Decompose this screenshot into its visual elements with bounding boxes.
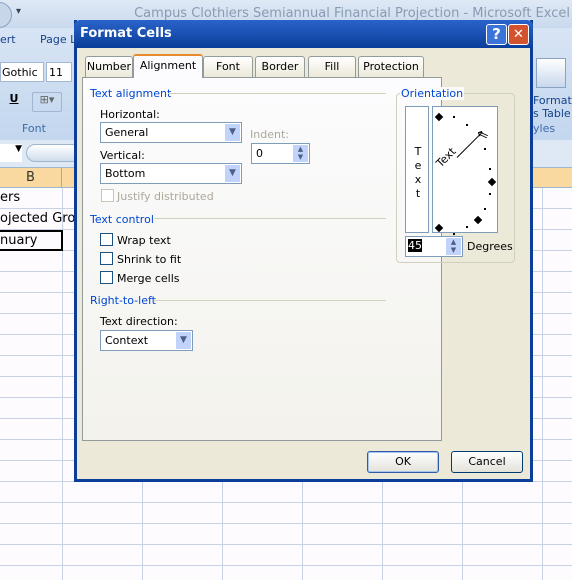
vertical-value: Bottom xyxy=(105,167,146,180)
chevron-down-icon[interactable]: ▼ xyxy=(225,124,240,141)
merge-cells-label[interactable]: Merge cells xyxy=(117,272,180,285)
text-direction-label: Text direction: xyxy=(100,315,178,328)
quick-access-dropdown-icon[interactable]: ▾ xyxy=(16,6,21,17)
tab-number[interactable]: Number xyxy=(85,56,133,77)
mouse-cursor-icon: ⇖ xyxy=(474,125,492,145)
dial-mark xyxy=(453,116,455,118)
ribbon-tab-page-layout[interactable]: Page L xyxy=(40,33,76,46)
font-name: Gothic xyxy=(2,66,38,79)
vertical-text-sample: Text xyxy=(414,145,422,200)
dial-mark xyxy=(473,215,483,225)
horizontal-select[interactable]: General ▼ xyxy=(100,122,242,143)
right-to-left-heading: Right-to-left xyxy=(90,294,156,307)
chevron-down-icon[interactable]: ▼ xyxy=(225,165,240,182)
spinner-arrows-icon[interactable]: ▲ ▼ xyxy=(293,145,308,162)
ok-button[interactable]: OK xyxy=(367,451,439,473)
column-header-b[interactable]: B xyxy=(0,168,62,188)
cancel-button[interactable]: Cancel xyxy=(451,451,523,473)
format-as-table-label-2[interactable]: s Table xyxy=(533,107,571,120)
text-direction-value: Context xyxy=(105,334,149,347)
vertical-label: Vertical: xyxy=(100,149,145,162)
horizontal-value: General xyxy=(105,126,149,139)
font-group-label: Font xyxy=(22,122,46,135)
dial-mark xyxy=(484,148,486,150)
dial-mark xyxy=(487,177,497,187)
degrees-spinner[interactable]: 45 ▲ ▼ xyxy=(405,236,463,257)
underline-icon[interactable]: U xyxy=(2,92,26,112)
dial-mark xyxy=(466,226,468,228)
close-button[interactable]: ✕ xyxy=(508,24,529,45)
text-alignment-heading: Text alignment xyxy=(90,87,172,100)
cell-b3-text: nuary xyxy=(0,233,38,248)
cell-b2[interactable]: ojected Gro xyxy=(0,211,75,226)
justify-distributed-label: Justify distributed xyxy=(117,190,214,203)
chevron-down-icon[interactable]: ▼ xyxy=(176,332,191,349)
format-as-table-label[interactable]: Format xyxy=(533,94,572,107)
degrees-value: 45 xyxy=(408,239,422,252)
dialog-title: Format Cells xyxy=(80,26,172,41)
tab-fill[interactable]: Fill xyxy=(308,56,356,77)
cell-b1[interactable]: ers xyxy=(0,190,20,205)
text-direction-select[interactable]: Context ▼ xyxy=(100,330,193,351)
font-size-combo[interactable]: 11 xyxy=(46,62,72,82)
dial-mark xyxy=(489,193,491,195)
window-title: Campus Clothiers Semiannual Financial Pr… xyxy=(134,6,570,21)
dial-mark xyxy=(489,168,491,170)
indent-value: 0 xyxy=(256,147,263,160)
dial-mark xyxy=(434,223,444,233)
vertical-select[interactable]: Bottom ▼ xyxy=(100,163,242,184)
font-size: 11 xyxy=(49,66,63,79)
dial-mark xyxy=(434,112,444,122)
shrink-to-fit-label[interactable]: Shrink to fit xyxy=(117,253,181,266)
dial-mark xyxy=(466,124,468,126)
tab-alignment[interactable]: Alignment xyxy=(133,54,203,78)
merge-cells-checkbox[interactable] xyxy=(100,271,113,284)
orientation-dial[interactable]: Text ⇖ xyxy=(432,106,498,235)
dial-mark xyxy=(484,208,486,210)
orientation-heading: Orientation xyxy=(400,87,465,100)
tab-font[interactable]: Font xyxy=(203,56,253,77)
degrees-label: Degrees xyxy=(467,240,513,253)
horizontal-label: Horizontal: xyxy=(100,108,160,121)
dialog-title-bar[interactable]: Format Cells xyxy=(74,20,533,48)
ribbon-tab-insert[interactable]: ert xyxy=(0,33,16,46)
name-box-dropdown-icon[interactable]: ▼ xyxy=(0,144,22,162)
help-button[interactable]: ? xyxy=(486,24,507,45)
shrink-to-fit-checkbox[interactable] xyxy=(100,252,113,265)
divider xyxy=(168,93,386,94)
styles-group-label: yles xyxy=(533,122,556,135)
cell-b3-selected[interactable]: nuary xyxy=(0,230,63,251)
indent-label: Indent: xyxy=(250,128,289,141)
spinner-arrows-icon[interactable]: ▲ ▼ xyxy=(446,238,461,255)
divider xyxy=(154,300,386,301)
office-button[interactable] xyxy=(0,2,12,28)
justify-distributed-checkbox[interactable] xyxy=(101,189,114,202)
dial-mark xyxy=(453,233,455,235)
vertical-text-button[interactable]: Text xyxy=(405,106,429,233)
indent-spinner[interactable]: 0 ▲ ▼ xyxy=(251,143,310,164)
tab-protection[interactable]: Protection xyxy=(358,56,424,77)
format-as-table-icon xyxy=(536,58,566,88)
wrap-text-checkbox[interactable] xyxy=(100,233,113,246)
rotated-text-sample: Text xyxy=(433,145,459,170)
wrap-text-label[interactable]: Wrap text xyxy=(117,234,171,247)
divider xyxy=(154,218,386,219)
tab-border[interactable]: Border xyxy=(255,56,305,77)
text-control-heading: Text control xyxy=(90,213,154,226)
borders-icon[interactable]: ⊞▾ xyxy=(32,92,62,112)
font-name-combo[interactable]: Gothic xyxy=(0,62,44,82)
